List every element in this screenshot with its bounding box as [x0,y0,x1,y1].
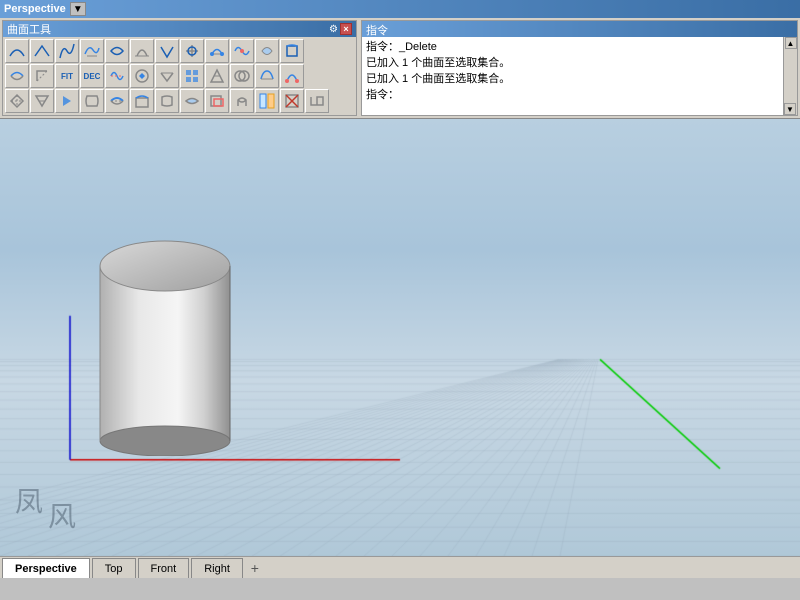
tb-btn-24[interactable] [280,64,304,88]
cmd-line-2: 已加入 1 个曲面至选取集合。 [366,55,793,71]
curve-tools-settings-icon[interactable]: ⚙ [329,24,338,35]
compass-indicator: 凤 风 [10,476,90,536]
tb-btn-28[interactable] [80,89,104,113]
toolbar-row-2: FIT DEC [5,64,354,88]
toolbar-rows: FIT DEC [3,37,356,115]
tb-btn-33[interactable] [205,89,229,113]
tab-add-button[interactable]: + [245,558,265,578]
tb-btn-3[interactable] [55,39,79,63]
tb-btn-11[interactable] [255,39,279,63]
cmd-line-1: 指令：_Delete [366,39,793,55]
tb-btn-16[interactable]: DEC [80,64,104,88]
tab-bar: Perspective Top Front Right + [0,556,800,578]
curve-tools-panel: 曲面工具 ⚙ × [2,20,357,116]
command-title: 指令 [366,25,388,37]
tb-btn-9[interactable] [205,39,229,63]
tb-btn-27[interactable] [55,89,79,113]
tb-btn-5[interactable] [105,39,129,63]
tb-btn-35[interactable] [255,89,279,113]
tab-front[interactable]: Front [138,558,190,578]
tb-btn-32[interactable] [180,89,204,113]
tb-btn-13[interactable] [5,64,29,88]
viewport[interactable]: 凤 风 [0,119,800,556]
tb-btn-29[interactable] [105,89,129,113]
tb-btn-14[interactable] [30,64,54,88]
toolbar-area: 曲面工具 ⚙ × [0,18,800,119]
tb-btn-7[interactable] [155,39,179,63]
toolbar-row-3 [5,89,354,113]
command-panel: 指令 指令：_Delete 已加入 1 个曲面至选取集合。 已加入 1 个曲面至… [361,20,798,116]
tb-btn-20[interactable] [180,64,204,88]
curve-tools-header: 曲面工具 ⚙ × [3,21,356,37]
main-area: 曲面工具 ⚙ × [0,18,800,578]
tb-btn-12[interactable] [280,39,304,63]
tb-btn-25[interactable] [5,89,29,113]
tb-btn-10[interactable] [230,39,254,63]
tab-top[interactable]: Top [92,558,136,578]
toolbar-row-1 [5,39,354,63]
title-bar: Perspective ▼ [0,0,800,18]
svg-text:风: 风 [48,502,76,533]
tb-btn-2[interactable] [30,39,54,63]
tab-perspective[interactable]: Perspective [2,558,90,578]
curve-tools-title: 曲面工具 [7,21,51,37]
tb-btn-21[interactable] [205,64,229,88]
title-dropdown[interactable]: ▼ [70,2,86,16]
command-header: 指令 [362,21,797,37]
svg-text:凤: 凤 [15,487,43,518]
command-output: 指令：_Delete 已加入 1 个曲面至选取集合。 已加入 1 个曲面至选取集… [362,37,797,115]
tb-btn-17[interactable] [105,64,129,88]
tb-btn-1[interactable] [5,39,29,63]
curve-tools-close-button[interactable]: × [340,23,352,35]
tb-btn-23[interactable] [255,64,279,88]
cmd-line-4: 指令： [366,87,793,103]
tb-btn-6[interactable] [130,39,154,63]
tb-btn-18[interactable] [130,64,154,88]
tab-right[interactable]: Right [191,558,243,578]
cmd-line-3: 已加入 1 个曲面至选取集合。 [366,71,793,87]
tb-btn-8[interactable] [180,39,204,63]
tb-btn-37[interactable] [305,89,329,113]
tb-btn-36[interactable] [280,89,304,113]
title-label: Perspective [4,3,66,15]
tb-btn-34[interactable] [230,89,254,113]
tb-btn-31[interactable] [155,89,179,113]
tb-btn-19[interactable] [155,64,179,88]
tb-btn-4[interactable] [80,39,104,63]
tb-btn-15[interactable]: FIT [55,64,79,88]
tb-btn-22[interactable] [230,64,254,88]
tb-btn-26[interactable] [30,89,54,113]
tb-btn-30[interactable] [130,89,154,113]
cmd-scrollbar[interactable]: ▲ ▼ [783,37,797,115]
cylinder-3d [90,226,240,456]
